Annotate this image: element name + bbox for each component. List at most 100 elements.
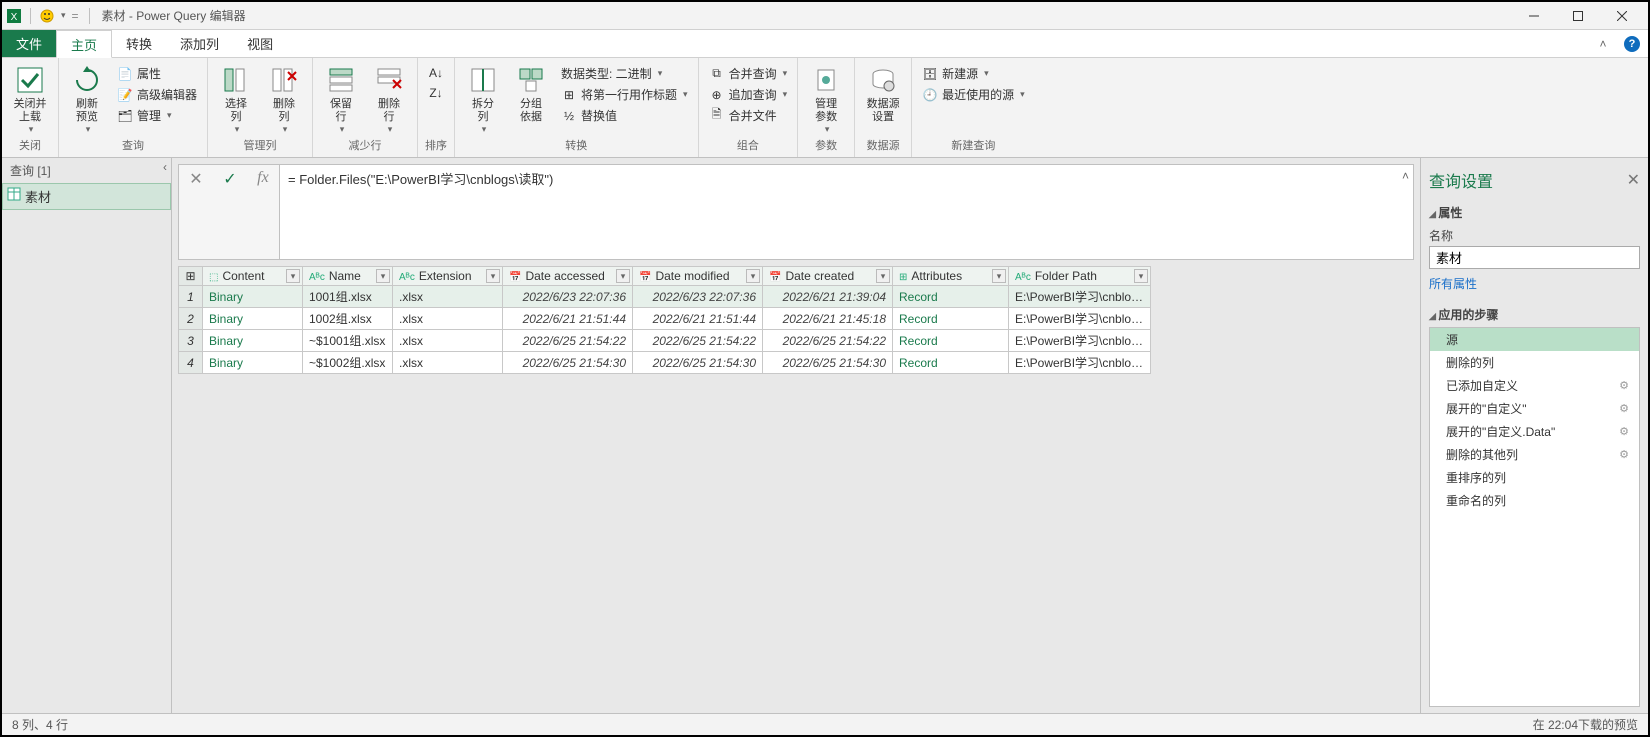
tab-add-column[interactable]: 添加列 (166, 30, 233, 57)
cell[interactable]: E:\PowerBI学习\cnblogs\读... (1009, 308, 1151, 330)
advanced-editor-button[interactable]: 📝高级编辑器 (113, 85, 201, 104)
new-source-button[interactable]: 🗄新建源▾ (918, 64, 1029, 83)
cell[interactable]: .xlsx (393, 352, 503, 374)
append-queries-button[interactable]: ⊕追加查询▾ (705, 85, 792, 104)
filter-icon[interactable]: ▾ (1134, 269, 1148, 283)
grid-corner[interactable]: ⊞ (179, 267, 203, 286)
gear-icon[interactable]: ⚙ (1619, 379, 1629, 392)
table-row[interactable]: 4Binary~$1002组.xlsx.xlsx2022/6/25 21:54:… (179, 352, 1151, 374)
column-header[interactable]: ⬚Content▾ (203, 267, 303, 286)
sort-asc-button[interactable]: A↓ (424, 64, 448, 82)
cell[interactable]: 2022/6/21 21:51:44 (503, 308, 633, 330)
type-icon[interactable]: Aᴮc (309, 272, 325, 283)
cell[interactable]: Binary (203, 286, 303, 308)
cell[interactable]: 2022/6/25 21:54:22 (763, 330, 893, 352)
fx-icon[interactable]: fx (257, 169, 269, 187)
applied-step[interactable]: 已添加自定义⚙ (1430, 374, 1639, 397)
properties-section-header[interactable]: 属性 (1429, 200, 1640, 225)
cell[interactable]: Binary (203, 330, 303, 352)
gear-icon[interactable]: ⚙ (1619, 402, 1629, 415)
cell[interactable]: Record (893, 330, 1009, 352)
data-source-settings-button[interactable]: 数据源 设置 (861, 60, 905, 124)
filter-icon[interactable]: ▾ (286, 269, 300, 283)
table-row[interactable]: 2Binary1002组.xlsx.xlsx2022/6/21 21:51:44… (179, 308, 1151, 330)
cell[interactable]: E:\PowerBI学习\cnblogs\读... (1009, 352, 1151, 374)
applied-steps-header[interactable]: 应用的步骤 (1429, 302, 1640, 327)
cell[interactable]: 2022/6/25 21:54:30 (633, 352, 763, 374)
filter-icon[interactable]: ▾ (616, 269, 630, 283)
tab-view[interactable]: 视图 (233, 30, 287, 57)
cell[interactable]: 1001组.xlsx (303, 286, 393, 308)
cell[interactable]: ~$1002组.xlsx (303, 352, 393, 374)
column-header[interactable]: AᴮcExtension▾ (393, 267, 503, 286)
table-row[interactable]: 1Binary1001组.xlsx.xlsx2022/6/23 22:07:36… (179, 286, 1151, 308)
applied-step[interactable]: 展开的"自定义"⚙ (1430, 397, 1639, 420)
column-header[interactable]: AᴮcName▾ (303, 267, 393, 286)
type-icon[interactable]: 📅 (769, 272, 781, 283)
sort-desc-button[interactable]: Z↓ (424, 84, 448, 102)
query-item[interactable]: 素材 (2, 183, 171, 210)
ribbon-collapse-icon[interactable]: ˄ (1590, 30, 1616, 57)
column-header[interactable]: 📅Date created▾ (763, 267, 893, 286)
cell[interactable]: .xlsx (393, 286, 503, 308)
cell[interactable]: .xlsx (393, 330, 503, 352)
help-icon[interactable]: ? (1624, 36, 1640, 52)
filter-icon[interactable]: ▾ (486, 269, 500, 283)
all-properties-link[interactable]: 所有属性 (1429, 269, 1640, 302)
filter-icon[interactable]: ▾ (876, 269, 890, 283)
column-header[interactable]: AᴮcFolder Path▾ (1009, 267, 1151, 286)
cell[interactable]: Binary (203, 308, 303, 330)
row-header[interactable]: 3 (179, 330, 203, 352)
manage-button[interactable]: 🗂管理▾ (113, 106, 201, 125)
applied-step[interactable]: 删除的列 (1430, 351, 1639, 374)
cell[interactable]: 2022/6/23 22:07:36 (633, 286, 763, 308)
refresh-preview-button[interactable]: 刷新 预览▾ (65, 60, 109, 135)
type-icon[interactable]: ⬚ (209, 272, 218, 283)
cell[interactable]: 2022/6/23 22:07:36 (503, 286, 633, 308)
applied-step[interactable]: 源 (1430, 328, 1639, 351)
cell[interactable]: 2022/6/25 21:54:22 (503, 330, 633, 352)
cell[interactable]: 2022/6/21 21:51:44 (633, 308, 763, 330)
close-load-button[interactable]: 关闭并 上载▾ (8, 60, 52, 135)
filter-icon[interactable]: ▾ (746, 269, 760, 283)
formula-commit-icon[interactable]: ✓ (223, 169, 236, 189)
qat-customize-icon[interactable]: ▾ (61, 10, 66, 21)
gear-icon[interactable]: ⚙ (1619, 448, 1629, 461)
minimize-button[interactable] (1512, 3, 1556, 29)
type-icon[interactable]: ⊞ (899, 272, 907, 283)
row-header[interactable]: 1 (179, 286, 203, 308)
applied-step[interactable]: 删除的其他列⚙ (1430, 443, 1639, 466)
choose-columns-button[interactable]: 选择 列▾ (214, 60, 258, 135)
cell[interactable]: E:\PowerBI学习\cnblogs\读... (1009, 330, 1151, 352)
filter-icon[interactable]: ▾ (992, 269, 1006, 283)
combine-files-button[interactable]: 🗎合并文件 (705, 106, 792, 125)
recent-sources-button[interactable]: 🕘最近使用的源▾ (918, 85, 1029, 104)
query-name-input[interactable] (1429, 246, 1640, 269)
applied-step[interactable]: 重命名的列 (1430, 489, 1639, 512)
row-header[interactable]: 2 (179, 308, 203, 330)
cell[interactable]: 2022/6/25 21:54:30 (503, 352, 633, 374)
column-header[interactable]: 📅Date accessed▾ (503, 267, 633, 286)
tab-file[interactable]: 文件 (2, 30, 56, 57)
cell[interactable]: Record (893, 352, 1009, 374)
remove-rows-button[interactable]: 删除 行▾ (367, 60, 411, 135)
type-icon[interactable]: 📅 (509, 272, 521, 283)
filter-icon[interactable]: ▾ (376, 269, 390, 283)
keep-rows-button[interactable]: 保留 行▾ (319, 60, 363, 135)
queries-collapse-icon[interactable]: ‹ (158, 160, 172, 174)
cell[interactable]: 1002组.xlsx (303, 308, 393, 330)
cell[interactable]: 2022/6/21 21:45:18 (763, 308, 893, 330)
applied-step[interactable]: 重排序的列 (1430, 466, 1639, 489)
formula-cancel-icon[interactable]: ✕ (189, 169, 202, 189)
cell[interactable]: 2022/6/25 21:54:22 (633, 330, 763, 352)
cell[interactable]: Record (893, 286, 1009, 308)
column-header[interactable]: ⊞Attributes▾ (893, 267, 1009, 286)
settings-close-icon[interactable]: ✕ (1627, 170, 1640, 190)
use-first-row-button[interactable]: ⊞将第一行用作标题▾ (557, 85, 692, 104)
cell[interactable]: ~$1001组.xlsx (303, 330, 393, 352)
table-row[interactable]: 3Binary~$1001组.xlsx.xlsx2022/6/25 21:54:… (179, 330, 1151, 352)
gear-icon[interactable]: ⚙ (1619, 425, 1629, 438)
column-header[interactable]: 📅Date modified▾ (633, 267, 763, 286)
split-column-button[interactable]: 拆分 列▾ (461, 60, 505, 135)
type-icon[interactable]: 📅 (639, 272, 651, 283)
